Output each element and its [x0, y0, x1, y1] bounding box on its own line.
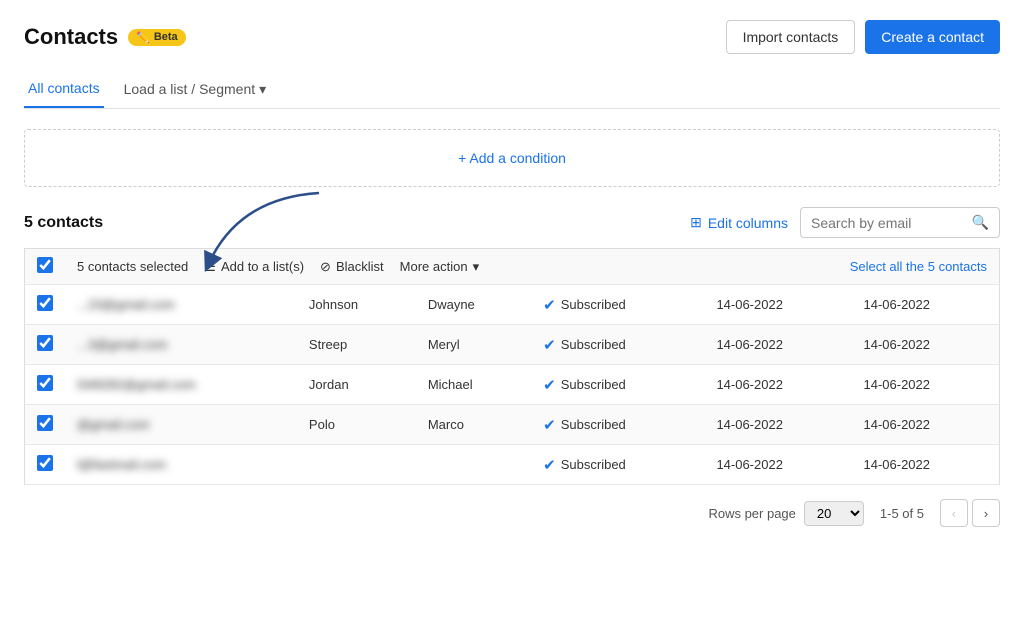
contact-email: l348282@gmail.com — [65, 365, 297, 405]
table-meta: 5 contacts ⊞ Edit columns 🔍 — [24, 207, 1000, 238]
subscribed-icon: ✔ — [543, 336, 556, 354]
contact-date1: 14-06-2022 — [704, 445, 851, 485]
contact-firstname — [416, 445, 531, 485]
contact-firstname: Dwayne — [416, 285, 531, 325]
add-condition-button[interactable]: + Add a condition — [458, 150, 566, 166]
rows-per-page: Rows per page 20 50 100 — [708, 501, 863, 526]
edit-columns-button[interactable]: ⊞ Edit columns — [690, 214, 788, 231]
contact-status: ✔ Subscribed — [531, 445, 704, 485]
block-icon: ⊘ — [320, 259, 331, 275]
email-text: l@fastmail.com — [77, 457, 166, 472]
contact-lastname: Polo — [297, 405, 416, 445]
page-nav: ‹ › — [940, 499, 1000, 527]
contact-email: l@fastmail.com — [65, 445, 297, 485]
contact-status: ✔ Subscribed — [531, 365, 704, 405]
contact-email: ...3@gmail.com — [65, 325, 297, 365]
contact-date2: 14-06-2022 — [852, 285, 1000, 325]
email-text: l348282@gmail.com — [77, 377, 196, 392]
contact-date2: 14-06-2022 — [852, 325, 1000, 365]
subscribed-icon: ✔ — [543, 376, 556, 394]
action-row: 5 contacts selected ☰ Add to a list(s) ⊘… — [25, 249, 1000, 285]
contact-email: @gmail.com — [65, 405, 297, 445]
contact-date2: 14-06-2022 — [852, 365, 1000, 405]
list-icon: ☰ — [204, 259, 216, 275]
add-to-list-button[interactable]: ☰ Add to a list(s) — [204, 259, 304, 275]
condition-bar: + Add a condition — [24, 129, 1000, 187]
contact-lastname: Jordan — [297, 365, 416, 405]
contact-firstname: Marco — [416, 405, 531, 445]
beta-badge: ✏️ Beta — [128, 29, 186, 46]
contact-firstname: Meryl — [416, 325, 531, 365]
header-actions: Import contacts Create a contact — [726, 20, 1000, 54]
pencil-icon: ✏️ — [136, 31, 150, 44]
subscribed-icon: ✔ — [543, 416, 556, 434]
status-text: Subscribed — [561, 337, 626, 352]
prev-page-button[interactable]: ‹ — [940, 499, 968, 527]
tab-load-list[interactable]: Load a list / Segment ▾ — [124, 81, 267, 98]
table-row: l@fastmail.com ✔ Subscribed 14-06-2022 1… — [25, 445, 1000, 485]
contact-lastname: Streep — [297, 325, 416, 365]
contact-firstname: Michael — [416, 365, 531, 405]
contact-lastname — [297, 445, 416, 485]
table-row: @gmail.com Polo Marco ✔ Subscribed 14-06… — [25, 405, 1000, 445]
table-row: ...3@gmail.com Streep Meryl ✔ Subscribed… — [25, 325, 1000, 365]
contact-date1: 14-06-2022 — [704, 285, 851, 325]
blacklist-button[interactable]: ⊘ Blacklist — [320, 259, 384, 275]
table-controls: ⊞ Edit columns 🔍 — [690, 207, 1000, 238]
action-cell: 5 contacts selected ☰ Add to a list(s) ⊘… — [77, 259, 987, 275]
chevron-down-icon: ▾ — [473, 259, 480, 275]
email-text: ...3@gmail.com — [77, 337, 168, 352]
email-text: ...23@gmail.com — [77, 297, 175, 312]
search-input[interactable] — [811, 215, 966, 231]
header-left: Contacts ✏️ Beta — [24, 24, 186, 50]
row-checkbox[interactable] — [37, 415, 53, 431]
contacts-count: 5 contacts — [24, 214, 103, 232]
status-text: Subscribed — [561, 297, 626, 312]
contacts-table: 5 contacts selected ☰ Add to a list(s) ⊘… — [24, 248, 1000, 485]
select-all-link[interactable]: Select all the 5 contacts — [850, 259, 987, 274]
contact-status: ✔ Subscribed — [531, 285, 704, 325]
rows-per-page-select[interactable]: 20 50 100 — [804, 501, 864, 526]
more-action-button[interactable]: More action ▾ — [400, 259, 479, 275]
email-text: @gmail.com — [77, 417, 149, 432]
contact-status: ✔ Subscribed — [531, 325, 704, 365]
page-header: Contacts ✏️ Beta Import contacts Create … — [24, 20, 1000, 54]
contact-status: ✔ Subscribed — [531, 405, 704, 445]
status-text: Subscribed — [561, 377, 626, 392]
status-text: Subscribed — [561, 417, 626, 432]
status-text: Subscribed — [561, 457, 626, 472]
import-contacts-button[interactable]: Import contacts — [726, 20, 856, 54]
select-all-checkbox[interactable] — [37, 257, 53, 273]
pagination: Rows per page 20 50 100 1-5 of 5 ‹ › — [24, 485, 1000, 531]
contact-date1: 14-06-2022 — [704, 405, 851, 445]
contact-lastname: Johnson — [297, 285, 416, 325]
row-checkbox[interactable] — [37, 335, 53, 351]
tab-all-contacts[interactable]: All contacts — [24, 70, 104, 108]
table-row: ...23@gmail.com Johnson Dwayne ✔ Subscri… — [25, 285, 1000, 325]
subscribed-icon: ✔ — [543, 296, 556, 314]
page-info: 1-5 of 5 — [880, 506, 924, 521]
create-contact-button[interactable]: Create a contact — [865, 20, 1000, 54]
row-checkbox[interactable] — [37, 375, 53, 391]
row-checkbox[interactable] — [37, 295, 53, 311]
contact-date1: 14-06-2022 — [704, 365, 851, 405]
page-title: Contacts — [24, 24, 118, 50]
grid-icon: ⊞ — [690, 214, 702, 231]
search-box: 🔍 — [800, 207, 1000, 238]
chevron-down-icon: ▾ — [259, 81, 266, 98]
contact-date2: 14-06-2022 — [852, 445, 1000, 485]
subscribed-icon: ✔ — [543, 456, 556, 474]
selected-label: 5 contacts selected — [77, 259, 188, 274]
next-page-button[interactable]: › — [972, 499, 1000, 527]
search-icon: 🔍 — [972, 214, 989, 231]
table-row: l348282@gmail.com Jordan Michael ✔ Subsc… — [25, 365, 1000, 405]
contact-date1: 14-06-2022 — [704, 325, 851, 365]
contact-date2: 14-06-2022 — [852, 405, 1000, 445]
row-checkbox[interactable] — [37, 455, 53, 471]
tabs-bar: All contacts Load a list / Segment ▾ — [24, 70, 1000, 109]
contact-email: ...23@gmail.com — [65, 285, 297, 325]
